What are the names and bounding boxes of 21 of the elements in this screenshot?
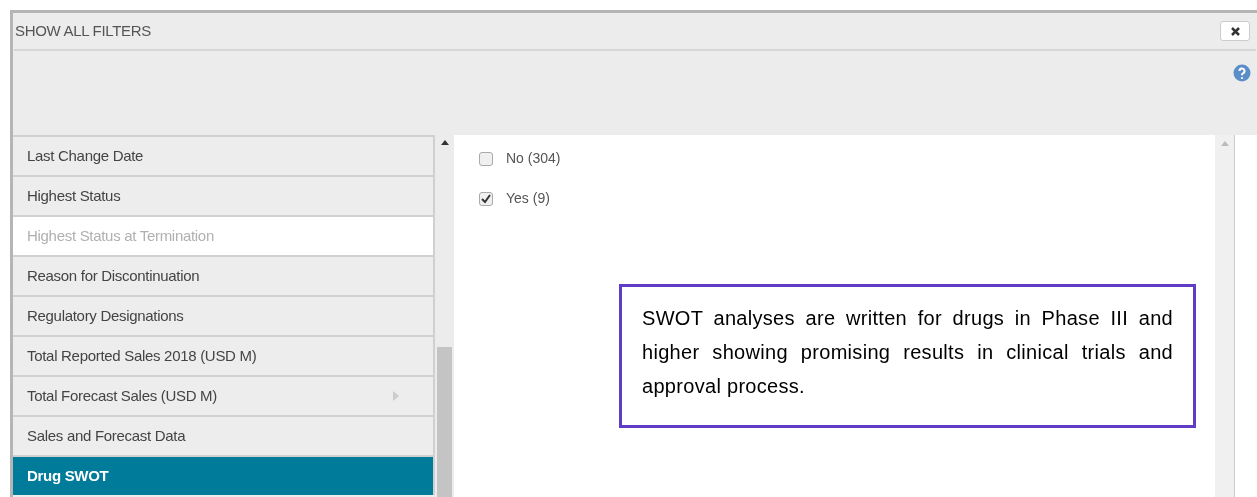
scroll-up-icon[interactable]	[440, 140, 449, 145]
filter-item[interactable]: Last Change Date	[13, 135, 435, 175]
filter-item[interactable]: Total Forecast Sales (USD M)	[13, 375, 435, 415]
checkbox[interactable]	[479, 151, 493, 166]
option-label: No (304)	[506, 149, 561, 168]
submenu-arrow-icon	[393, 391, 399, 401]
filter-item[interactable]: Total Reported Sales 2018 (USD M)	[13, 335, 435, 375]
close-icon	[1230, 26, 1240, 36]
filter-item[interactable]: Drug SWOT	[13, 455, 435, 495]
filter-item[interactable]: Reason for Discontinuation	[13, 255, 435, 295]
filter-item[interactable]: Regulatory Designations	[13, 295, 435, 335]
checkbox[interactable]	[479, 191, 493, 206]
option-label: Yes (9)	[506, 189, 550, 208]
filter-item[interactable]: Highest Status	[13, 175, 435, 215]
scrollbar-thumb[interactable]	[437, 347, 452, 497]
panel-scrollbar[interactable]	[1215, 135, 1235, 497]
dialog-title: SHOW ALL FILTERS	[15, 20, 152, 41]
callout-text: SWOT analyses are written for drugs in Phase III and higher showing promising results in clinical trials and approval process.	[642, 306, 1173, 399]
filter-item[interactable]: Sales and Forecast Data	[13, 415, 435, 455]
help-icon[interactable]	[1233, 64, 1251, 82]
close-button[interactable]	[1220, 21, 1250, 41]
